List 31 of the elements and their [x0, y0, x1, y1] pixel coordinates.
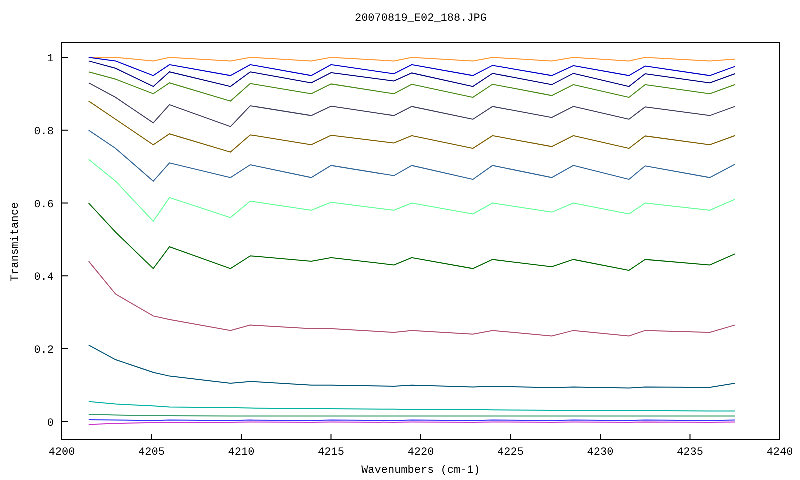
x-tick-label: 4210 [228, 447, 255, 459]
tick-mark [151, 434, 152, 440]
tick-mark [62, 57, 68, 58]
y-tick-label: 1 [47, 54, 54, 66]
y-tick-label: 0.2 [34, 344, 54, 357]
x-tick-label: 4215 [318, 447, 344, 459]
tick-mark [62, 348, 68, 350]
tick-mark [62, 202, 68, 204]
x-axis-label: Wavenumbers (cm-1) [362, 465, 480, 477]
y-axis-label: Transmitance [10, 202, 22, 282]
tick-mark [690, 434, 691, 440]
x-tick-label: 4205 [138, 447, 165, 459]
x-tick-label: 4240 [766, 447, 794, 459]
y-tick-label: 0.6 [34, 199, 54, 212]
x-tick-label: 4235 [677, 447, 704, 459]
x-tick-label: 4220 [408, 447, 434, 459]
x-tick-label: 4200 [48, 447, 76, 459]
tick-mark [420, 434, 422, 440]
tick-mark [510, 434, 512, 440]
chart-title: 20070819_E02_188.JPG [354, 13, 488, 25]
tick-mark [62, 276, 68, 277]
x-tick-label: 4225 [498, 447, 524, 459]
tick-mark [600, 434, 601, 440]
tick-mark [62, 130, 68, 131]
y-tick-label: 0.4 [34, 272, 54, 284]
x-tick-label: 4230 [587, 447, 614, 459]
tick-mark [62, 421, 68, 422]
tick-mark [241, 434, 242, 440]
y-tick-label: 0 [47, 418, 54, 430]
tick-mark [330, 434, 332, 440]
y-tick-label: 0.8 [34, 126, 54, 138]
